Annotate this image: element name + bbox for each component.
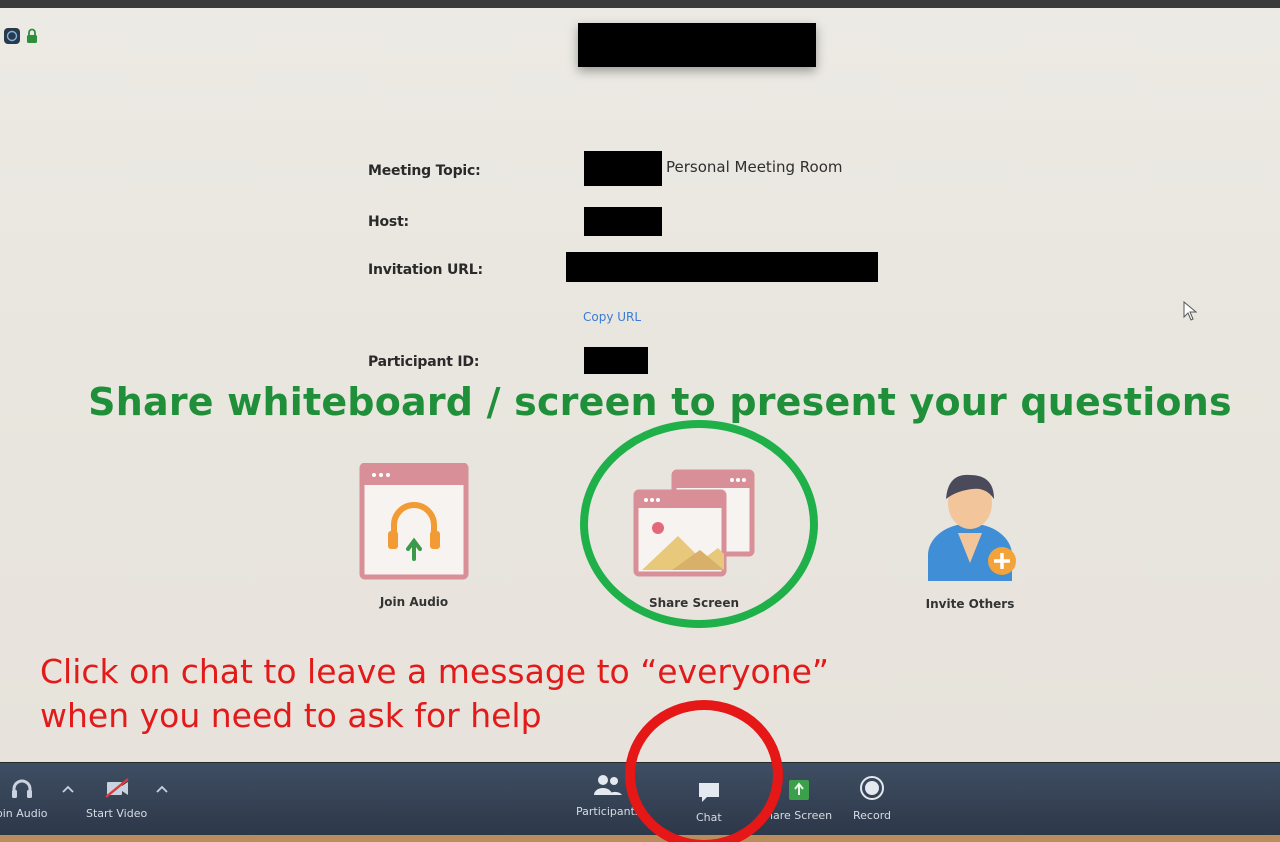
chat-instruction-line-1: Click on chat to leave a message to “eve… (40, 652, 830, 691)
desk-surface (0, 835, 1280, 842)
video-off-icon (104, 778, 129, 798)
toolbar-participants-label: Participants (576, 805, 641, 818)
join-audio-action[interactable]: Join Audio (358, 463, 470, 609)
toolbar-record[interactable]: Record (853, 775, 891, 822)
toolbar-join-audio[interactable]: oin Audio (0, 777, 48, 820)
host-redacted (584, 207, 662, 236)
invitation-url-redacted (566, 252, 878, 282)
person-add-icon (928, 474, 1016, 581)
top-left-icons (4, 28, 38, 44)
toolbar-start-video-label: Start Video (86, 807, 148, 820)
invitation-url-label: Invitation URL: (368, 262, 483, 278)
lock-icon[interactable] (26, 28, 38, 44)
share-screen-arrow-icon (789, 780, 810, 800)
participant-id-redacted (584, 347, 648, 374)
host-label: Host: (368, 214, 409, 230)
copy-url-link[interactable]: Copy URL (583, 310, 641, 324)
join-audio-label: Join Audio (379, 595, 449, 609)
participants-icon (594, 775, 623, 795)
participant-id-label: Participant ID: (368, 354, 480, 370)
window-top-bar (0, 0, 1280, 8)
zoom-logo-icon (4, 28, 20, 44)
headphones-icon (11, 779, 32, 798)
mouse-cursor-icon (1183, 301, 1198, 321)
meeting-topic-label: Meeting Topic: (368, 163, 481, 179)
toolbar-start-video[interactable]: Start Video (86, 777, 147, 820)
record-icon (860, 776, 884, 800)
meeting-main-area: Meeting Topic: Personal Meeting Room Hos… (0, 8, 1280, 762)
topic-redacted (584, 151, 662, 186)
headphones-icon (359, 463, 469, 580)
meeting-topic-value: Personal Meeting Room (666, 158, 843, 176)
zoom-meeting-screen: Meeting Topic: Personal Meeting Room Hos… (0, 0, 1280, 842)
chat-highlight-ring (625, 700, 783, 842)
invite-others-label: Invite Others (925, 597, 1015, 611)
invite-others-action[interactable]: Invite Others (920, 463, 1020, 611)
toolbar-join-audio-label: oin Audio (0, 807, 48, 820)
toolbar-share-screen-label: hare Screen (766, 809, 833, 822)
video-options-chevron-icon[interactable] (156, 785, 168, 793)
meeting-title-redacted (578, 23, 816, 67)
toolbar-record-label: Record (853, 809, 892, 822)
audio-options-chevron-icon[interactable] (62, 785, 74, 793)
share-screen-highlight-ring (580, 420, 818, 628)
share-instruction-headline: Share whiteboard / screen to present you… (88, 380, 1232, 424)
